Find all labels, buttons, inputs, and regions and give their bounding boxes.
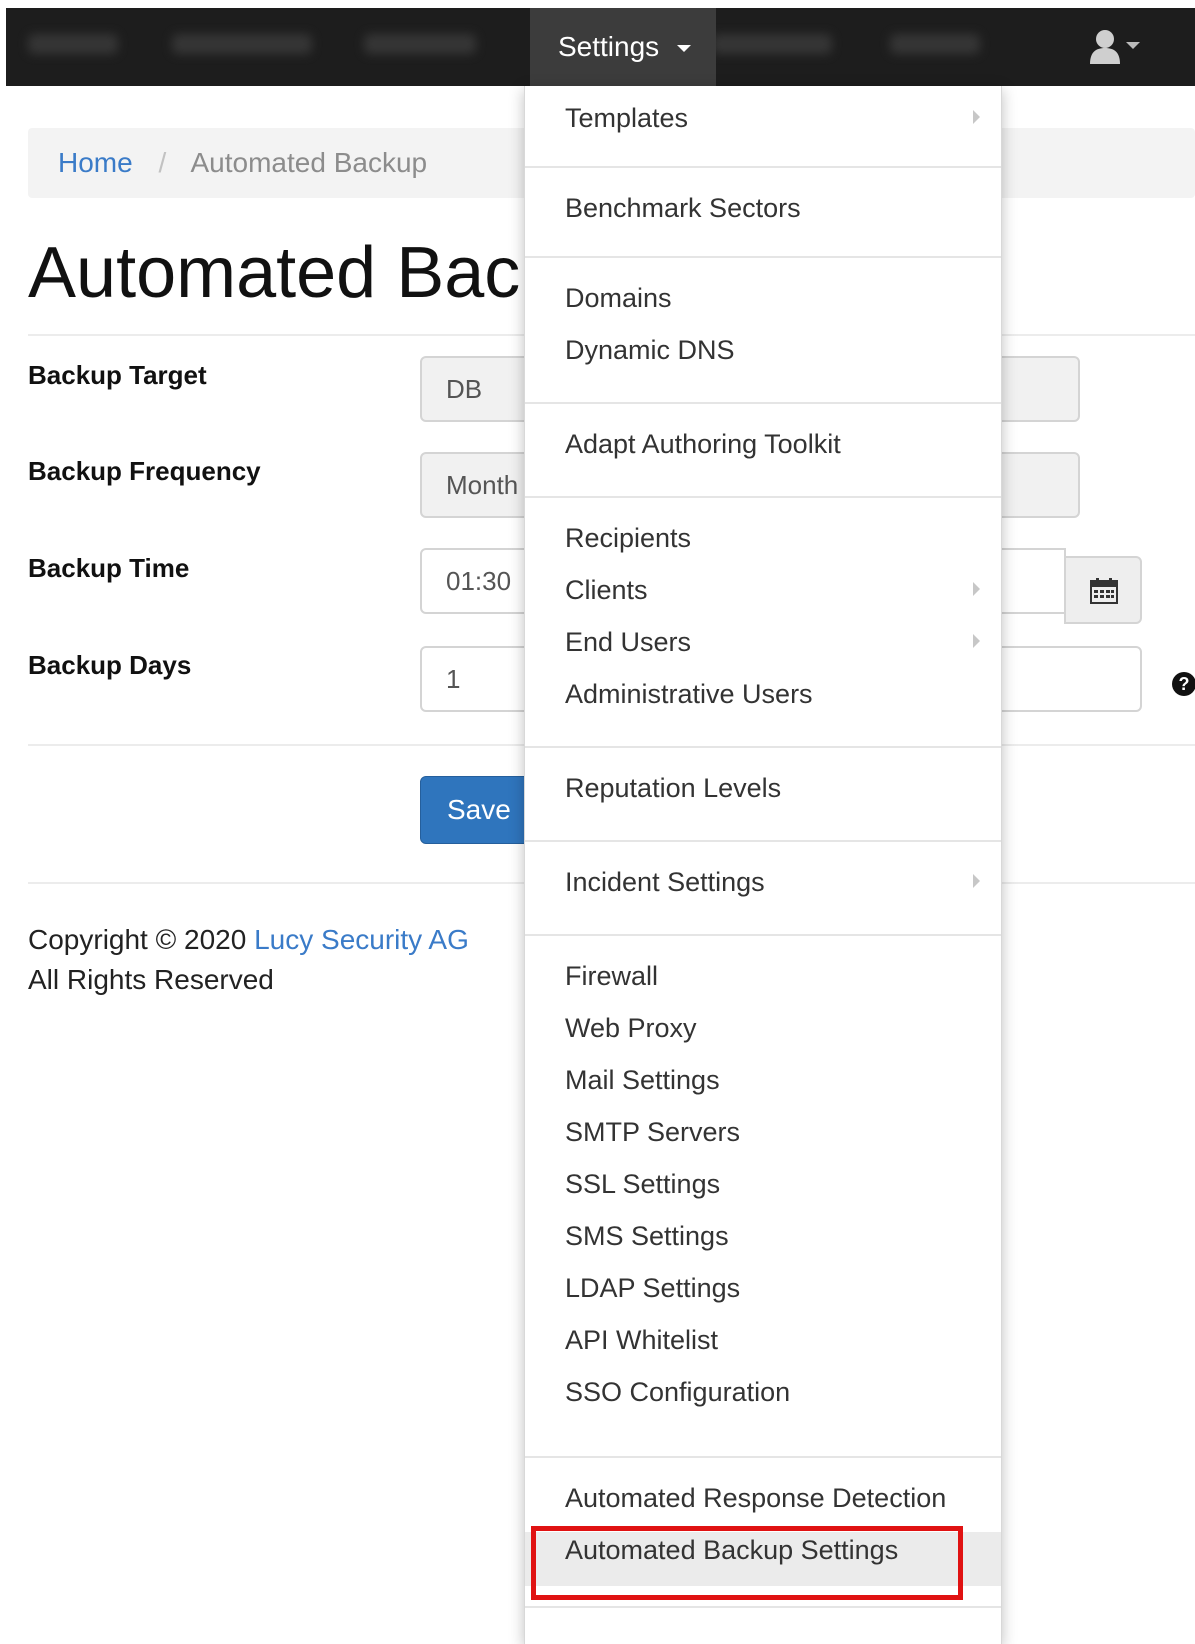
menu-item-mail-settings[interactable]: Mail Settings bbox=[565, 1064, 720, 1096]
chevron-right-icon bbox=[973, 582, 980, 596]
breadcrumb-current: Automated Backup bbox=[190, 147, 428, 178]
menu-item-administrative-users[interactable]: Administrative Users bbox=[565, 678, 813, 710]
menu-divider bbox=[525, 840, 1001, 842]
breadcrumb-home-link[interactable]: Home bbox=[58, 147, 133, 178]
caret-down-icon bbox=[676, 45, 691, 53]
menu-item-web-proxy[interactable]: Web Proxy bbox=[565, 1012, 697, 1044]
highlight-outline bbox=[531, 1526, 963, 1600]
company-link[interactable]: Lucy Security AG bbox=[254, 924, 469, 955]
menu-divider bbox=[525, 402, 1001, 404]
menu-item-sms-settings[interactable]: SMS Settings bbox=[565, 1220, 729, 1252]
menu-divider bbox=[525, 496, 1001, 498]
backup-time-label: Backup Time bbox=[28, 553, 190, 583]
nav-item-blurred-3[interactable] bbox=[364, 34, 476, 54]
menu-divider bbox=[525, 1456, 1001, 1458]
footer: Copyright © 2020 Lucy Security AG All Ri… bbox=[28, 920, 469, 1000]
breadcrumb-separator: / bbox=[158, 147, 167, 178]
backup-frequency-label: Backup Frequency bbox=[28, 456, 261, 486]
menu-item-incident-settings[interactable]: Incident Settings bbox=[565, 866, 765, 898]
menu-item-end-users[interactable]: End Users bbox=[565, 626, 691, 658]
backup-target-label: Backup Target bbox=[28, 360, 207, 390]
menu-item-automated-response-detection[interactable]: Automated Response Detection bbox=[565, 1482, 946, 1514]
menu-item-recipients[interactable]: Recipients bbox=[565, 522, 691, 554]
menu-item-ldap-settings[interactable]: LDAP Settings bbox=[565, 1272, 740, 1304]
menu-item-benchmark-sectors[interactable]: Benchmark Sectors bbox=[565, 192, 801, 224]
backup-days-label: Backup Days bbox=[28, 650, 192, 680]
menu-item-firewall[interactable]: Firewall bbox=[565, 960, 658, 992]
menu-item-smtp-servers[interactable]: SMTP Servers bbox=[565, 1116, 740, 1148]
menu-item-domains[interactable]: Domains bbox=[565, 282, 672, 314]
caret-down-icon bbox=[1126, 42, 1140, 49]
nav-settings-dropdown[interactable]: Settings bbox=[530, 8, 716, 86]
menu-divider bbox=[525, 1606, 1001, 1608]
rights-text: All Rights Reserved bbox=[28, 964, 274, 995]
user-menu[interactable] bbox=[1082, 24, 1152, 68]
menu-item-clients[interactable]: Clients bbox=[565, 574, 648, 606]
menu-item-sso-configuration[interactable]: SSO Configuration bbox=[565, 1376, 790, 1408]
nav-item-blurred-1[interactable] bbox=[28, 34, 118, 54]
top-navbar: Settings bbox=[6, 8, 1195, 86]
chevron-right-icon bbox=[973, 874, 980, 888]
copyright-text: Copyright © 2020 bbox=[28, 924, 247, 955]
menu-divider bbox=[525, 166, 1001, 168]
calendar-button[interactable] bbox=[1064, 556, 1142, 624]
copyright-line: Copyright © 2020 Lucy Security AG bbox=[28, 920, 469, 960]
menu-divider bbox=[525, 746, 1001, 748]
user-icon bbox=[1090, 30, 1120, 64]
nav-item-blurred-4[interactable] bbox=[712, 34, 832, 54]
chevron-right-icon bbox=[973, 634, 980, 648]
menu-item-reputation-levels[interactable]: Reputation Levels bbox=[565, 772, 781, 804]
calendar-icon bbox=[1090, 578, 1118, 604]
menu-item-api-whitelist[interactable]: API Whitelist bbox=[565, 1324, 718, 1356]
menu-item-templates[interactable]: Templates bbox=[565, 102, 688, 134]
menu-item-ssl-settings[interactable]: SSL Settings bbox=[565, 1168, 720, 1200]
menu-item-adapt-authoring-toolkit[interactable]: Adapt Authoring Toolkit bbox=[565, 428, 841, 460]
menu-divider bbox=[525, 256, 1001, 258]
menu-divider bbox=[525, 934, 1001, 936]
nav-settings-label: Settings bbox=[558, 31, 660, 62]
chevron-right-icon bbox=[973, 110, 980, 124]
settings-dropdown-menu: Templates Benchmark Sectors Domains Dyna… bbox=[524, 86, 1002, 1644]
nav-item-blurred-2[interactable] bbox=[172, 34, 312, 54]
question-circle-icon[interactable]: ? bbox=[1172, 672, 1195, 696]
nav-item-blurred-5[interactable] bbox=[890, 34, 980, 54]
menu-item-dynamic-dns[interactable]: Dynamic DNS bbox=[565, 334, 735, 366]
